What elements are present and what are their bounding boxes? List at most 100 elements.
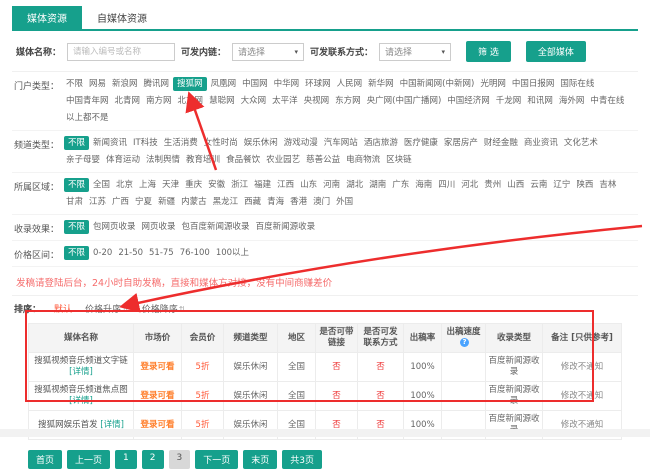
page-button[interactable]: 首页 xyxy=(28,450,63,469)
filter-chip[interactable]: 甘肃 xyxy=(64,195,85,209)
filter-chip[interactable]: 山东 xyxy=(298,178,319,192)
filter-chip[interactable]: 食品餐饮 xyxy=(224,153,262,167)
tab-self-media-resources[interactable]: 自媒体资源 xyxy=(82,6,162,29)
filter-chip[interactable]: 商业资讯 xyxy=(522,136,560,150)
filter-chip[interactable]: 新浪网 xyxy=(110,77,140,91)
filter-chip[interactable]: 贵州 xyxy=(482,178,503,192)
sort-option-price-desc[interactable]: 价格降序⇅ xyxy=(142,302,186,315)
filter-chip[interactable]: 陕西 xyxy=(574,178,595,192)
filter-chip[interactable]: 女性时尚 xyxy=(202,136,240,150)
detail-link[interactable]: [详情] xyxy=(69,396,93,406)
page-button[interactable]: 1 xyxy=(115,450,137,469)
filter-chip[interactable]: 太平洋 xyxy=(270,94,300,108)
filter-chip[interactable]: 内蒙古 xyxy=(179,195,209,209)
filter-chip[interactable]: 不限 xyxy=(64,246,90,260)
filter-chip[interactable]: 南方网 xyxy=(144,94,174,108)
filter-chip[interactable]: 法制舆情 xyxy=(144,153,182,167)
filter-chip[interactable]: 宁夏 xyxy=(133,195,154,209)
filter-chip[interactable]: 娱乐休闲 xyxy=(242,136,280,150)
filter-chip[interactable]: 教育培训 xyxy=(184,153,222,167)
filter-chip[interactable]: 全国 xyxy=(91,178,112,192)
filter-chip[interactable]: 中国日报网 xyxy=(510,77,557,91)
filter-chip[interactable]: 西藏 xyxy=(242,195,263,209)
filter-button[interactable]: 筛 选 xyxy=(466,41,511,62)
filter-chip[interactable]: 外国 xyxy=(334,195,355,209)
filter-chip[interactable]: 黑龙江 xyxy=(211,195,241,209)
filter-chip[interactable]: 中青在线 xyxy=(588,94,626,108)
page-button[interactable]: 2 xyxy=(141,450,164,469)
filter-chip[interactable]: 天津 xyxy=(160,178,181,192)
page-button[interactable]: 末页 xyxy=(243,450,278,469)
filter-chip[interactable]: 网页收录 xyxy=(140,220,178,234)
filter-chip[interactable]: 农业园艺 xyxy=(264,153,302,167)
filter-chip[interactable]: 新华网 xyxy=(366,77,396,91)
filter-chip[interactable]: 人民网 xyxy=(335,77,365,91)
filter-chip[interactable]: 搜狐网 xyxy=(173,77,207,91)
filter-chip[interactable]: 安徽 xyxy=(206,178,227,192)
filter-chip[interactable]: 吉林 xyxy=(597,178,618,192)
filter-chip[interactable]: 北京 xyxy=(114,178,135,192)
filter-chip[interactable]: 湖南 xyxy=(367,178,388,192)
filter-chip[interactable]: 凤凰网 xyxy=(209,77,239,91)
filter-chip[interactable]: 中国经济网 xyxy=(445,94,492,108)
filter-chip[interactable]: 0-20 xyxy=(91,246,114,260)
filter-chip[interactable]: 中华网 xyxy=(272,77,302,91)
filter-chip[interactable]: 游戏动漫 xyxy=(282,136,320,150)
filter-chip[interactable]: 福建 xyxy=(252,178,273,192)
filter-chip[interactable]: 中国青年网 xyxy=(64,94,111,108)
filter-chip[interactable]: 文化艺术 xyxy=(562,136,600,150)
filter-chip[interactable]: 家居房产 xyxy=(442,136,480,150)
filter-chip[interactable]: 酒店旅游 xyxy=(362,136,400,150)
filter-chip[interactable]: 区块链 xyxy=(384,153,414,167)
filter-chip[interactable]: 以上都不是 xyxy=(64,111,111,125)
page-button[interactable]: 上一页 xyxy=(67,450,111,469)
filter-chip[interactable]: 生活消费 xyxy=(162,136,200,150)
filter-chip[interactable]: 云南 xyxy=(528,178,549,192)
filter-chip[interactable]: 中国网 xyxy=(240,77,270,91)
filter-chip[interactable]: 山西 xyxy=(505,178,526,192)
filter-chip[interactable]: 76-100 xyxy=(178,246,212,260)
tab-media-resources[interactable]: 媒体资源 xyxy=(12,6,82,29)
filter-chip[interactable]: 包网页收录 xyxy=(91,220,138,234)
page-button[interactable]: 共3页 xyxy=(282,450,322,469)
filter-chip[interactable]: 医疗健康 xyxy=(402,136,440,150)
filter-chip[interactable]: 51-75 xyxy=(147,246,176,260)
filter-chip[interactable]: 河南 xyxy=(321,178,342,192)
filter-chip[interactable]: 腾讯网 xyxy=(142,77,172,91)
filter-chip[interactable]: 河北 xyxy=(459,178,480,192)
filter-chip[interactable]: 环球网 xyxy=(303,77,333,91)
page-button[interactable]: 下一页 xyxy=(195,450,239,469)
filter-chip[interactable]: 浙江 xyxy=(229,178,250,192)
filter-chip[interactable]: 上海 xyxy=(137,178,158,192)
filter-chip[interactable]: 财经金融 xyxy=(482,136,520,150)
filter-chip[interactable]: 汽车网站 xyxy=(322,136,360,150)
filter-chip[interactable]: 重庆 xyxy=(183,178,204,192)
sort-option-price-asc[interactable]: 价格升序⇅ xyxy=(85,302,129,315)
filter-chip[interactable]: 光明网 xyxy=(478,77,508,91)
filter-chip[interactable]: 广西 xyxy=(110,195,131,209)
filter-chip[interactable]: 央广网(中国广播网) xyxy=(365,94,444,108)
page-button[interactable]: 3 xyxy=(168,450,191,469)
filter-chip[interactable]: 央视网 xyxy=(302,94,332,108)
all-media-button[interactable]: 全部媒体 xyxy=(525,41,586,62)
filter-chip[interactable]: 青海 xyxy=(265,195,286,209)
filter-chip[interactable]: 北方网 xyxy=(176,94,206,108)
filter-chip[interactable]: 海外网 xyxy=(557,94,587,108)
filter-chip[interactable]: 电商物流 xyxy=(344,153,382,167)
filter-chip[interactable]: 不限 xyxy=(64,77,85,91)
filter-chip[interactable]: 慧聪网 xyxy=(207,94,237,108)
media-name-input[interactable] xyxy=(67,42,176,61)
filter-chip[interactable]: 江苏 xyxy=(87,195,108,209)
filter-chip[interactable]: 和讯网 xyxy=(525,94,555,108)
filter-chip[interactable]: 不限 xyxy=(64,220,90,234)
filter-chip[interactable]: 中国新闻网(中新网) xyxy=(398,77,477,91)
filter-chip[interactable]: 四川 xyxy=(436,178,457,192)
filter-chip[interactable]: 大众网 xyxy=(239,94,269,108)
filter-chip[interactable]: 不限 xyxy=(64,136,90,150)
filter-chip[interactable]: 新闻资讯 xyxy=(91,136,129,150)
filter-chip[interactable]: 东方网 xyxy=(333,94,363,108)
filter-chip[interactable]: IT科技 xyxy=(131,136,160,150)
filter-chip[interactable]: 北青网 xyxy=(113,94,143,108)
filter-chip[interactable]: 广东 xyxy=(390,178,411,192)
sort-option-default[interactable]: 默认 xyxy=(54,302,72,315)
